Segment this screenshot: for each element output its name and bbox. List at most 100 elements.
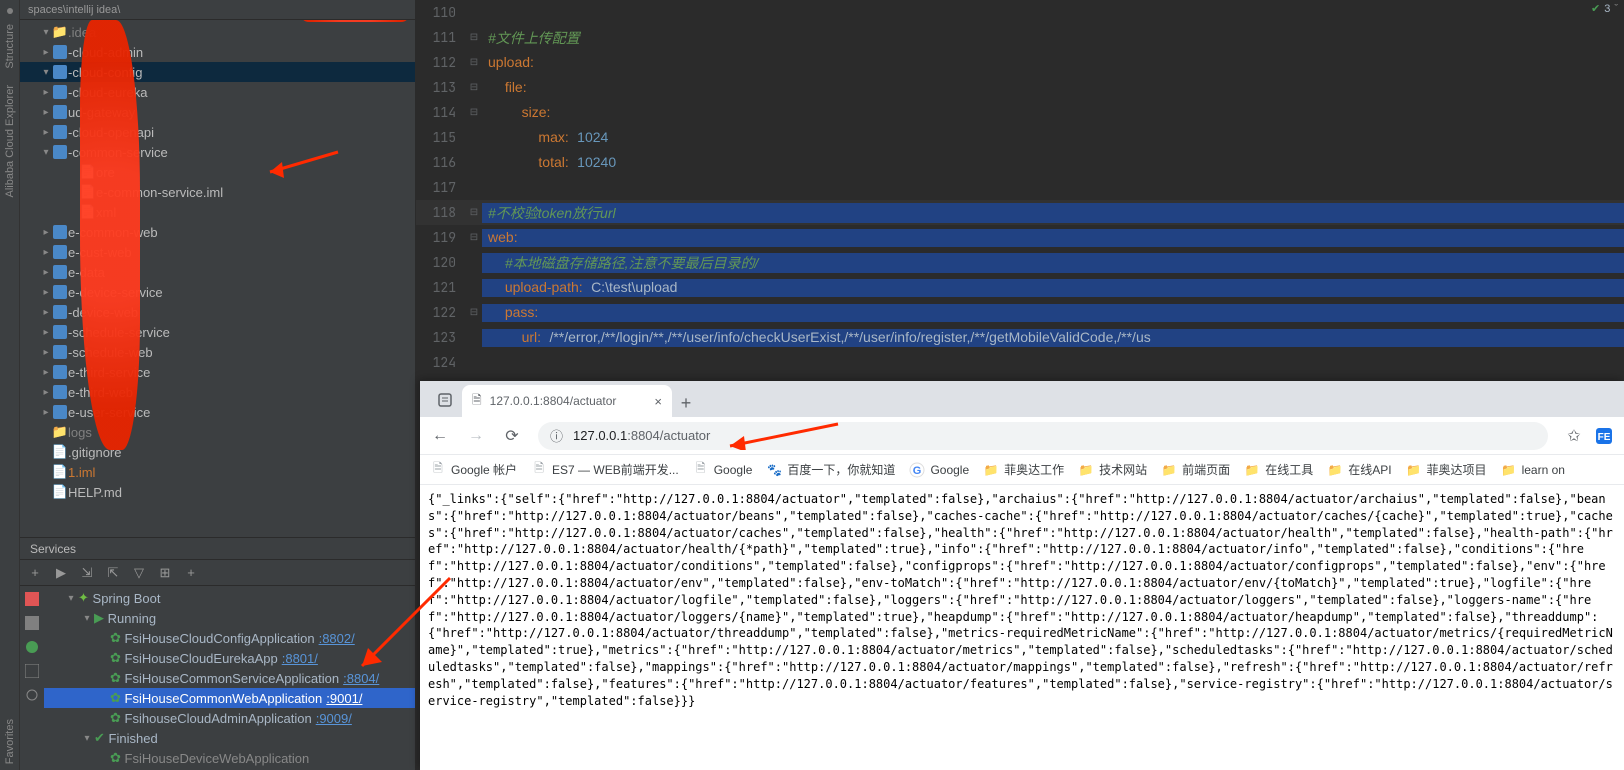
expand-icon[interactable]: ⇲ <box>78 565 96 581</box>
bookmark-item[interactable]: 🗎ES7 — WEB前端开发... <box>531 461 679 478</box>
code-line[interactable]: 123 url: /**/error,/**/login/**,/**/user… <box>416 325 1624 350</box>
settings-icon[interactable] <box>25 688 39 702</box>
vtab-alibaba[interactable]: Alibaba Cloud Explorer <box>4 79 16 204</box>
tree-row[interactable]: ▸e-device-service <box>20 282 415 302</box>
debug-icon[interactable] <box>25 640 39 654</box>
dot-icon <box>7 8 13 14</box>
extension-icon[interactable]: FE <box>1594 426 1614 446</box>
services-row[interactable]: ✿ FsiHouseCommonServiceApplication:8804/ <box>44 668 415 688</box>
filter-icon[interactable]: ▽ <box>130 565 148 581</box>
tree-row[interactable]: ▸e-user-service <box>20 402 415 422</box>
tree-row[interactable]: ▸e-cust-web <box>20 242 415 262</box>
url-host: 127.0.0.1 <box>573 428 627 443</box>
tree-row[interactable]: 📁logs <box>20 422 415 442</box>
breadcrumb: spaces\intellij idea\ <box>20 0 415 20</box>
tree-row[interactable]: 📄xml <box>20 202 415 222</box>
services-row[interactable]: ✿ FsiHouseDeviceWebApplication <box>44 748 415 768</box>
edit-icon[interactable] <box>25 664 39 678</box>
code-line[interactable]: 121 upload-path: C:\test\upload <box>416 275 1624 300</box>
code-line[interactable]: 117 <box>416 175 1624 200</box>
annotation-arrow-icon <box>720 422 840 450</box>
tree-row[interactable]: 📄1.iml <box>20 462 415 482</box>
code-line[interactable]: 119⊟web: <box>416 225 1624 250</box>
tree-row[interactable]: ▾-common-service <box>20 142 415 162</box>
code-line[interactable]: 114⊟ size: <box>416 100 1624 125</box>
favorite-icon[interactable]: ✩ <box>1564 426 1584 446</box>
code-line[interactable]: 110 <box>416 0 1624 25</box>
bookmark-item[interactable]: 📁在线API <box>1327 461 1391 478</box>
layout-icon[interactable]: ⊞ <box>156 565 174 581</box>
tree-row[interactable]: 📄ore <box>20 162 415 182</box>
services-row[interactable]: ▾▶ Running <box>44 608 415 628</box>
tree-row[interactable]: ▸-cloud-admin <box>20 42 415 62</box>
vtab-structure[interactable]: Structure <box>4 18 16 75</box>
tree-row[interactable]: 📄HELP.md <box>20 482 415 502</box>
tree-row[interactable]: ▸ud-gateway <box>20 102 415 122</box>
code-line[interactable]: 113⊟ file: <box>416 75 1624 100</box>
add-icon[interactable]: + <box>26 565 44 580</box>
tree-row[interactable]: ▸-schedule-web <box>20 342 415 362</box>
tree-row[interactable]: ▸e-third-service <box>20 362 415 382</box>
code-line[interactable]: 116 total: 10240 <box>416 150 1624 175</box>
project-tree[interactable]: ▾📁.idea▸-cloud-admin▾-cloud-config▸-clou… <box>20 20 415 537</box>
bookmark-item[interactable]: 🗎Google 帐户 <box>430 461 517 478</box>
tree-row[interactable]: 📄e-common-service.iml <box>20 182 415 202</box>
bookmark-item[interactable]: GGoogle <box>909 462 969 478</box>
collapse-icon[interactable]: ⇱ <box>104 565 122 581</box>
run-icon[interactable] <box>25 592 39 606</box>
services-row[interactable]: ✿ FsiHouseCloudEurekaApp:8801/ <box>44 648 415 668</box>
code-line[interactable]: 115 max: 1024 <box>416 125 1624 150</box>
back-icon[interactable]: ← <box>430 427 450 445</box>
tree-row[interactable]: ▸e-third-web <box>20 382 415 402</box>
bookmark-item[interactable]: 📁前端页面 <box>1161 461 1230 478</box>
code-line[interactable]: 122⊟ pass: <box>416 300 1624 325</box>
services-row[interactable]: ✿ FsihouseCloudAdminApplication:9009/ <box>44 708 415 728</box>
code-line[interactable]: 118⊟#不校验token放行url <box>416 200 1624 225</box>
new-tab-button[interactable]: + <box>672 389 700 417</box>
bookmark-item[interactable]: 📁在线工具 <box>1244 461 1313 478</box>
browser-tab[interactable]: 🗎 127.0.0.1:8804/actuator × <box>462 385 672 417</box>
svg-text:FE: FE <box>1598 432 1611 443</box>
tree-row[interactable]: ▾-cloud-config <box>20 62 415 82</box>
code-line[interactable]: 124 <box>416 350 1624 375</box>
services-tree[interactable]: ▾✦ Spring Boot▾▶ Running✿ FsiHouseCloudC… <box>44 586 415 770</box>
stop-icon[interactable] <box>25 616 39 630</box>
code-line[interactable]: 112⊟upload: <box>416 50 1624 75</box>
bookmark-item[interactable]: 📁菲奥达项目 <box>1406 461 1487 478</box>
warning-count: 3 <box>1604 3 1610 15</box>
browser-menu-icon[interactable] <box>428 383 462 417</box>
tree-row[interactable]: ▸e-common-web <box>20 222 415 242</box>
services-toolbar: + ▶ ⇲ ⇱ ▽ ⊞ + <box>20 560 415 586</box>
code-line[interactable]: 120 #本地磁盘存储路径,注意不要最后目录的/ <box>416 250 1624 275</box>
site-info-icon[interactable]: ⓘ <box>550 426 563 445</box>
bookmarks-bar: 🗎Google 帐户 🗎ES7 — WEB前端开发... 🗎Google 🐾百度一下，… <box>420 455 1624 485</box>
reload-icon[interactable]: ⟳ <box>502 426 522 446</box>
tree-row[interactable]: ▾📁.idea <box>20 22 415 42</box>
tree-row[interactable]: ▸-cloud-openapi <box>20 122 415 142</box>
close-tab-icon[interactable]: × <box>654 394 662 409</box>
bookmark-item[interactable]: 🗎Google <box>693 462 753 478</box>
services-row[interactable]: ✿ FsiHouseCommonWebApplication:9001/ <box>44 688 415 708</box>
bookmark-item[interactable]: 🐾百度一下，你就知道 <box>766 461 895 478</box>
caret-icon[interactable]: ˇ <box>1614 3 1618 15</box>
bookmark-item[interactable]: 📁learn on <box>1501 462 1565 478</box>
tree-row[interactable]: ▸-schedule-service <box>20 322 415 342</box>
services-row[interactable]: ▾✦ Spring Boot <box>44 588 415 608</box>
services-row[interactable]: ✿ FsiHouseCloudConfigApplication:8802/ <box>44 628 415 648</box>
plus-icon[interactable]: + <box>182 565 200 580</box>
forward-icon[interactable]: → <box>466 427 486 445</box>
tree-row[interactable]: ▸e-data <box>20 262 415 282</box>
vtab-favorites[interactable]: Favorites <box>4 713 16 770</box>
url-input[interactable]: ⓘ 127.0.0.1:8804/actuator <box>538 422 1548 450</box>
bookmark-item[interactable]: 📁菲奥达工作 <box>983 461 1064 478</box>
bookmark-item[interactable]: 📁技术网站 <box>1078 461 1147 478</box>
code-line[interactable]: 111⊟#文件上传配置 <box>416 25 1624 50</box>
services-row[interactable]: ▾✔ Finished <box>44 728 415 748</box>
run-icon[interactable]: ▶ <box>52 565 70 581</box>
tree-row[interactable]: 📄.gitignore <box>20 442 415 462</box>
browser-content[interactable]: {"_links":{"self":{"href":"http://127.0.… <box>420 485 1624 770</box>
tree-row[interactable]: ▸-cloud-eureka <box>20 82 415 102</box>
tree-row[interactable]: ▸-device-web <box>20 302 415 322</box>
url-path: /actuator <box>660 428 711 443</box>
breadcrumb-text: spaces\intellij idea\ <box>28 4 120 16</box>
